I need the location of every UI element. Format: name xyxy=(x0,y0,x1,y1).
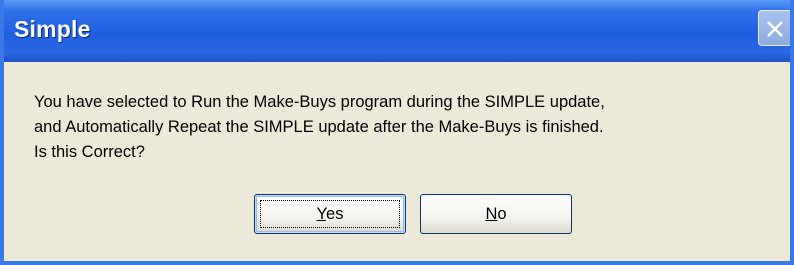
close-icon xyxy=(767,21,783,37)
no-label-rest: o xyxy=(497,205,507,223)
yes-mnemonic: Y xyxy=(316,205,327,223)
message-dialog: Simple You have selected to Run the Make… xyxy=(0,0,794,265)
message-line: Is this Correct? xyxy=(34,143,145,161)
yes-label-rest: es xyxy=(326,205,344,223)
close-button[interactable] xyxy=(758,10,790,46)
yes-button[interactable]: Yes xyxy=(254,194,406,234)
no-button[interactable]: No xyxy=(420,194,572,234)
dialog-message: You have selected to Run the Make-Buys p… xyxy=(34,90,774,165)
no-mnemonic: N xyxy=(485,205,498,223)
message-line: You have selected to Run the Make-Buys p… xyxy=(34,93,605,111)
title-bar[interactable]: Simple xyxy=(4,0,790,62)
yes-button-label: Yes xyxy=(317,205,344,223)
dialog-title: Simple xyxy=(14,16,91,42)
no-button-label: No xyxy=(485,205,506,223)
message-line: and Automatically Repeat the SIMPLE upda… xyxy=(34,118,604,136)
